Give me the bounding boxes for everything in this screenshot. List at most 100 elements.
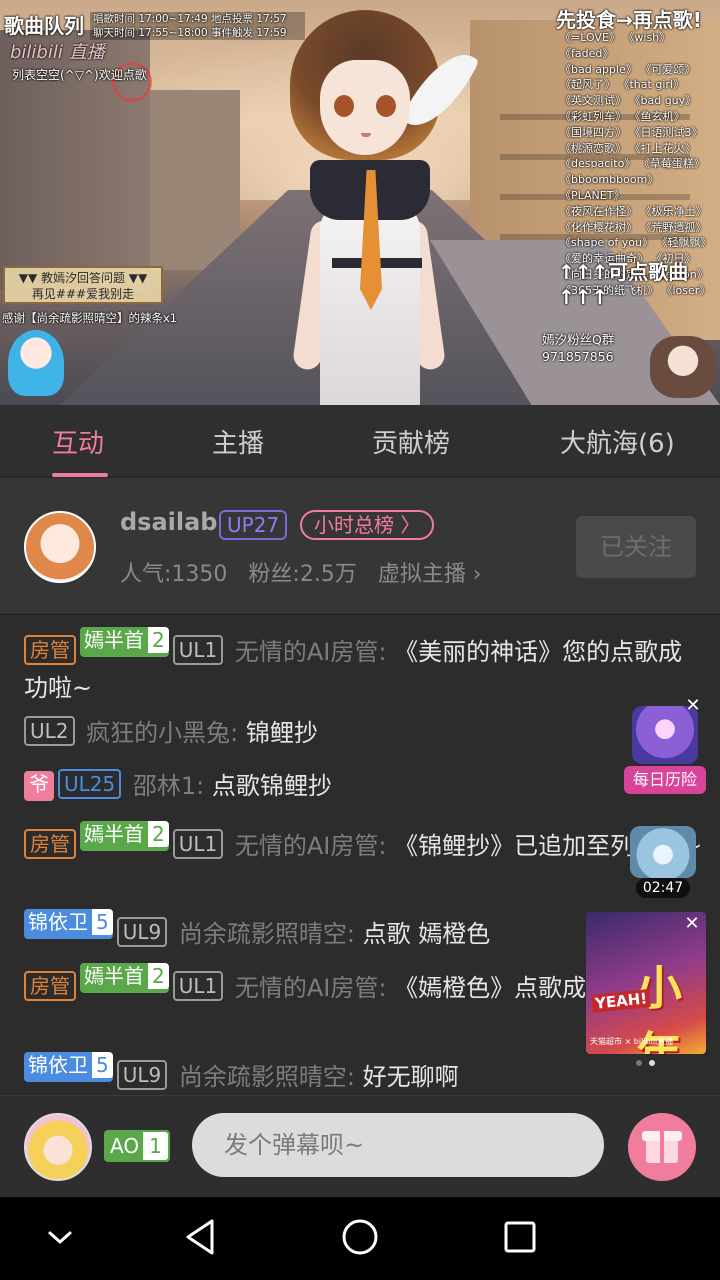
streamer-stats: 人气:1350 粉丝:2.5万 虚拟主播 ›	[120, 556, 496, 588]
chat-username[interactable]: 尚余疏影照晴空:	[179, 1063, 355, 1091]
gift-button[interactable]	[628, 1113, 696, 1181]
chat-username[interactable]: 尚余疏影照晴空:	[179, 920, 355, 948]
song-list-row: 《夜风在作怪》 《极乐净土》	[560, 204, 707, 218]
vtuber-eye-right	[376, 95, 396, 117]
tab-contribution[interactable]: 贡献榜	[372, 423, 450, 460]
song-list-row: 《despacito》 《草莓蛋糕》	[560, 157, 705, 171]
vtuber-avatar	[250, 0, 480, 405]
user-level-badge: UL2	[24, 716, 75, 746]
user-level-badge: UL25	[58, 769, 122, 799]
chibi-mascot-right	[650, 336, 716, 398]
room-admin-badge: 房管	[24, 635, 76, 665]
guard-medal-badge: 锦依卫 5	[24, 1052, 113, 1082]
chat-message: 房管 嫣半首 2 UL1 无情的AI房管: 《美丽的神话》您的点歌成功啦~	[24, 627, 704, 706]
user-level-badge: UL1	[172, 971, 224, 1001]
danmaku-input-bar: AO 1 发个弹幕呗~	[0, 1095, 720, 1197]
queue-empty-text: 列表空空(^▽^)欢迎点歌	[12, 68, 147, 82]
chat-text: 点歌 嫣橙色	[362, 920, 491, 948]
chest-countdown: 02:47	[636, 878, 690, 898]
chat-username[interactable]: 无情的AI房管:	[235, 974, 387, 1002]
fan-group-label: 嫣汐粉丝Q群	[542, 332, 615, 347]
page-dot-active	[649, 1060, 655, 1066]
tab-guard[interactable]: 大航海(6)	[560, 423, 675, 460]
hourly-rank-button[interactable]: 小时总榜 〉	[300, 510, 435, 540]
back-icon[interactable]	[182, 1217, 218, 1257]
vtuber-eye-left	[334, 95, 354, 117]
chibi-mascot-left	[8, 330, 64, 396]
fan-medal-badge: 嫣半首 2	[80, 963, 169, 993]
fans-count: 粉丝:2.5万	[248, 562, 357, 587]
user-level-badge: UL9	[116, 917, 168, 947]
banner-page-indicator	[636, 1060, 658, 1068]
user-avatar[interactable]	[24, 1113, 92, 1181]
gift-icon-ribbon	[660, 1131, 664, 1163]
tab-interaction[interactable]: 互动	[52, 423, 104, 460]
medal-name: AO	[110, 1134, 140, 1158]
chat-username[interactable]: 无情的AI房管:	[235, 832, 387, 860]
song-list-row: 《化作樱花树》 《荒野遗孤》	[560, 220, 707, 234]
gift-thanks-text: 感谢【尚余疏影照晴空】的辣条x1	[2, 311, 178, 325]
chat-username[interactable]: 疯狂的小黑兔:	[86, 719, 238, 747]
song-list-row: 《起风了》 《that girl》	[560, 78, 684, 92]
qa-answer: 再见###爱我别走	[31, 287, 135, 301]
system-nav-bar	[0, 1197, 720, 1280]
chat-message: 爷 UL25 邵林1: 点歌锦鲤抄	[24, 768, 704, 804]
fan-medal-badge: 嫣半首 2	[80, 627, 169, 657]
user-medal-badge[interactable]: AO 1	[104, 1130, 170, 1162]
song-list-row: 《bad apple》 《可爱颂》	[560, 62, 696, 76]
song-list-row: 《彩虹列车》 《鱼玄机》	[560, 109, 685, 123]
chat-text: 好无聊啊	[362, 1063, 459, 1091]
room-admin-badge: 房管	[24, 829, 76, 859]
chat-username[interactable]: 无情的AI房管:	[235, 638, 387, 666]
danmaku-input[interactable]: 发个弹幕呗~	[192, 1113, 604, 1177]
lord-badge-icon: 爷	[24, 771, 54, 801]
schedule-line: 聊天时间 17:55~18:00 事件触发 17:59	[93, 27, 287, 39]
song-list-footer: ↑↑↑可点歌曲↑↑↑	[558, 260, 689, 309]
hide-keyboard-icon[interactable]	[46, 1225, 74, 1249]
active-tab-indicator	[52, 473, 108, 477]
song-queue-title: 歌曲队列	[4, 14, 84, 38]
streamer-info: dsailab UP27 小时总榜 〉 人气:1350 粉丝:2.5万 虚拟主播…	[0, 478, 720, 615]
fan-group-info: 嫣汐粉丝Q群 971857856	[542, 331, 614, 365]
user-level-badge: UL9	[116, 1060, 168, 1090]
streamer-avatar[interactable]	[24, 511, 96, 583]
chat-text: 锦鲤抄	[245, 719, 318, 747]
silver-chest-icon[interactable]	[630, 826, 696, 878]
follow-button[interactable]: 已关注	[576, 516, 696, 578]
chat-message: UL2 疯狂的小黑兔: 锦鲤抄	[24, 715, 704, 751]
category-link[interactable]: 虚拟主播 ›	[378, 562, 482, 587]
close-icon[interactable]: ✕	[683, 696, 703, 716]
qa-title: ▼▼ 教嫣汐回答问题 ▼▼	[18, 271, 148, 285]
chat-message: 房管 嫣半首 2 UL1 无情的AI房管: 《锦鲤抄》已追加至列表中~	[24, 821, 704, 864]
medal-level: 1	[143, 1132, 168, 1160]
room-tabs: 互动 主播 贡献榜 大航海(6)	[0, 405, 720, 477]
fan-medal-badge: 嫣半首 2	[80, 821, 169, 851]
popularity-count: 人气:1350	[120, 562, 228, 587]
daily-adventure-button[interactable]: 每日历险	[624, 766, 706, 794]
song-list-row: 《英文测试》 《bad guy》	[560, 94, 697, 108]
home-icon[interactable]	[340, 1217, 380, 1257]
bilibili-live-watermark: bilibili 直播	[10, 42, 105, 63]
qa-panel: ▼▼ 教嫣汐回答问题 ▼▼ 再见###爱我别走	[3, 266, 163, 304]
song-request-title: 先投食→再点歌!	[556, 8, 702, 32]
video-building-left-2	[150, 90, 240, 270]
schedule-line: 唱歌时间 17:00~17:49 地点投票 17:57	[93, 13, 287, 25]
recents-icon[interactable]	[502, 1219, 538, 1255]
page-dot	[636, 1060, 642, 1066]
close-icon[interactable]: ✕	[682, 914, 702, 934]
user-level-badge: UL1	[172, 829, 224, 859]
room-admin-badge: 房管	[24, 971, 76, 1001]
banner-footer: 天猫超市 × bilibili直播	[590, 1037, 674, 1046]
schedule-box: 唱歌时间 17:00~17:49 地点投票 17:57 聊天时间 17:55~1…	[90, 12, 305, 40]
streamer-name[interactable]: dsailab	[120, 508, 218, 536]
up-level-badge: UP27	[219, 510, 288, 540]
song-list-row: 《shape of you》 《轻飘飘》	[560, 236, 712, 250]
chat-text: 点歌锦鲤抄	[211, 772, 332, 800]
chat-username[interactable]: 邵林1:	[133, 772, 204, 800]
song-list-row: 《bboombboom》 《PLANET》	[560, 173, 659, 202]
fan-group-number: 971857856	[542, 349, 614, 364]
tab-streamer[interactable]: 主播	[212, 423, 264, 460]
song-list-row: 《=LOVE》 《wish》 《faded》	[560, 31, 671, 60]
guard-medal-badge: 锦依卫 5	[24, 909, 113, 939]
live-video-player[interactable]: 歌曲队列 唱歌时间 17:00~17:49 地点投票 17:57 聊天时间 17…	[0, 0, 720, 405]
